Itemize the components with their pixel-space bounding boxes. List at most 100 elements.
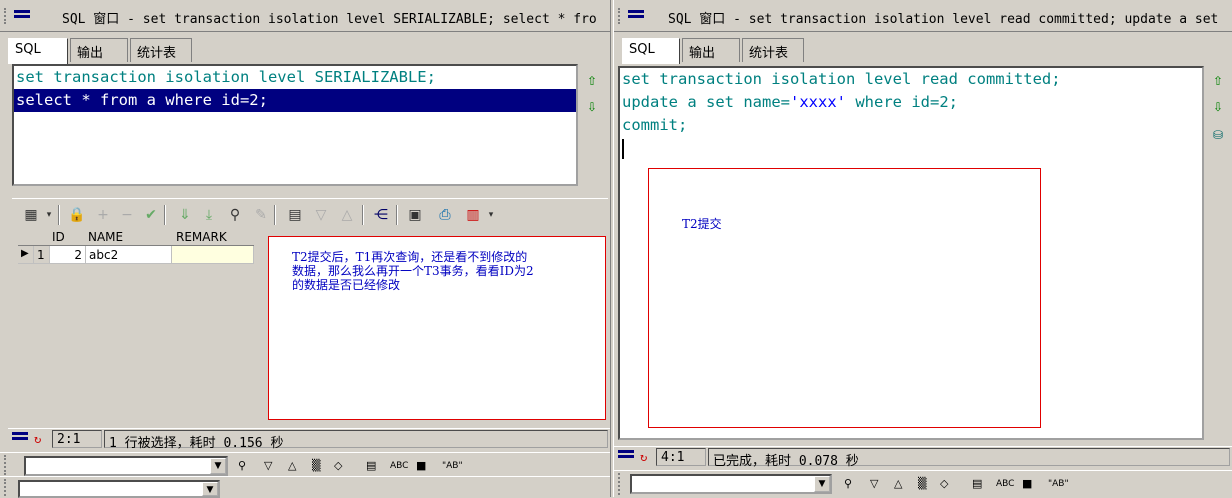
add-icon[interactable]: + — [94, 206, 112, 224]
status-message: 1 行被选择，耗时 0.156 秒 — [104, 430, 608, 451]
match-case-icon[interactable]: ABC — [996, 476, 1014, 492]
save-icon[interactable]: ▣ — [406, 206, 424, 224]
find-input[interactable]: ▼ — [18, 480, 220, 498]
tab-output[interactable]: 输出 — [70, 38, 128, 62]
tab-sql[interactable]: SQL — [8, 38, 68, 64]
clear-icon[interactable]: ✎ — [252, 206, 270, 224]
sql-line: set transaction isolation level read com… — [622, 70, 1061, 88]
grip-handle[interactable] — [4, 8, 10, 24]
remove-icon[interactable]: − — [118, 206, 136, 224]
editor-side-toolbar: ⇧ ⇩ — [580, 64, 606, 186]
last-icon[interactable]: ⤓ — [200, 206, 218, 224]
whole-word-icon[interactable]: ■ — [416, 458, 426, 474]
highlight-icon[interactable]: ▒ — [312, 458, 320, 474]
table-row[interactable]: ▶ 1 2 abc2 — [18, 246, 254, 264]
select-icon[interactable]: ▤ — [972, 476, 982, 492]
sql-window-icon — [618, 450, 634, 464]
tab-output[interactable]: 输出 — [682, 38, 740, 62]
lock-icon[interactable]: 🔒 — [68, 206, 86, 224]
filter-down-icon[interactable]: ▽ — [312, 206, 330, 224]
find-bar-secondary: ▼ — [0, 476, 610, 498]
sql-window-icon — [12, 432, 28, 446]
tab-statistics[interactable]: 统计表 — [742, 38, 804, 62]
cursor-position: 2:1 — [52, 430, 102, 448]
sql-line-selected: select * from a where id=2; — [14, 89, 576, 112]
find-prev-icon[interactable]: △ — [288, 458, 296, 474]
sql-line: set transaction isolation level SERIALIZ… — [16, 68, 436, 86]
window-title: SQL 窗口 - set transaction isolation level… — [668, 12, 1219, 27]
arrow-up-icon[interactable]: ⇧ — [1211, 74, 1225, 88]
sql-window-icon — [628, 10, 644, 22]
eraser-icon[interactable]: ◇ — [940, 476, 948, 492]
column-header-remark[interactable]: REMARK — [176, 230, 227, 244]
column-header-id[interactable]: ID — [52, 230, 65, 244]
database-icon[interactable]: ⛁ — [1211, 128, 1225, 142]
whole-word-icon[interactable]: ■ — [1022, 476, 1032, 492]
binoculars-icon[interactable]: ⚲ — [238, 458, 246, 474]
right-sql-window: SQL 窗口 - set transaction isolation level… — [614, 0, 1232, 497]
status-message: 已完成，耗时 0.078 秒 — [708, 448, 1230, 469]
grid-header: ID NAME REMARK — [18, 228, 254, 246]
arrow-down-icon[interactable]: ⇩ — [1211, 100, 1225, 114]
editor-side-toolbar: ⇧ ⇩ ⛁ — [1206, 66, 1232, 440]
find-input[interactable]: ▼ — [24, 456, 228, 476]
chevron-down-icon[interactable]: ▼ — [210, 458, 226, 474]
find-input[interactable]: ▼ — [630, 474, 832, 494]
cell-id[interactable]: 2 — [50, 246, 86, 264]
find-bar: ▼ ⚲ ▽ △ ▒ ◇ ▤ ABC ■ "AB" — [0, 452, 610, 476]
quoted-search-icon[interactable]: "AB" — [1048, 476, 1069, 492]
column-header-name[interactable]: NAME — [88, 230, 123, 244]
filter-up-icon[interactable]: △ — [338, 206, 356, 224]
binoculars-icon[interactable]: ⚲ — [844, 476, 852, 492]
sql-window-icon — [14, 10, 30, 22]
query-icon[interactable]: ▤ — [286, 206, 304, 224]
cell-name[interactable]: abc2 — [86, 246, 172, 264]
print-icon[interactable]: ⎙ — [436, 206, 454, 224]
row-indicator-icon: ▶ — [18, 246, 34, 264]
find-next-icon[interactable]: ▽ — [870, 476, 878, 492]
chevron-down-icon[interactable]: ▾ — [40, 206, 58, 224]
right-title-bar: SQL 窗口 - set transaction isolation level… — [614, 0, 1232, 32]
eraser-icon[interactable]: ◇ — [334, 458, 342, 474]
annotation-text: T2提交 — [682, 217, 722, 231]
cell-remark[interactable] — [172, 246, 254, 264]
match-case-icon[interactable]: ABC — [390, 458, 408, 474]
sql-line: commit; — [622, 116, 688, 134]
chevron-down-icon[interactable]: ▼ — [814, 476, 830, 492]
find-icon[interactable]: ⚲ — [226, 206, 244, 224]
select-icon[interactable]: ▤ — [366, 458, 376, 474]
highlight-icon[interactable]: ▒ — [918, 476, 926, 492]
window-title: SQL 窗口 - set transaction isolation level… — [62, 12, 597, 27]
find-prev-icon[interactable]: △ — [894, 476, 902, 492]
annotation-box — [648, 168, 1041, 428]
quoted-search-icon[interactable]: "AB" — [442, 458, 463, 474]
find-bar: ▼ ⚲ ▽ △ ▒ ◇ ▤ ABC ■ "AB" — [614, 470, 1232, 497]
chart-icon[interactable]: ▥ — [464, 206, 482, 224]
tab-sql[interactable]: SQL — [622, 38, 680, 64]
tab-statistics[interactable]: 统计表 — [130, 38, 192, 62]
arrow-up-icon[interactable]: ⇧ — [585, 74, 599, 88]
status-bar: ↻ 4:1 已完成，耗时 0.078 秒 — [614, 446, 1232, 469]
tree-icon[interactable]: ⋲ — [372, 206, 390, 224]
next-icon[interactable]: ⇓ — [176, 206, 194, 224]
left-title-bar: SQL 窗口 - set transaction isolation level… — [0, 0, 610, 32]
sql-line: update a set name='xxxx' where id=2; — [622, 93, 959, 111]
refresh-icon[interactable]: ↻ — [34, 432, 50, 446]
grip-handle[interactable] — [618, 8, 624, 24]
cursor-position: 4:1 — [656, 448, 706, 466]
annotation-text: T2提交后，T1再次查询，还是看不到修改的 数据，那么我么再开一个T3事务，看看… — [292, 250, 534, 292]
status-bar: ↻ 2:1 1 行被选择，耗时 0.156 秒 — [8, 428, 610, 451]
text-cursor — [620, 137, 1202, 160]
chevron-down-icon[interactable]: ▾ — [482, 206, 500, 224]
grid-toolbar: ▦ ▾ 🔒 + − ✔ ⇓ ⤓ ⚲ ✎ ▤ ▽ △ ⋲ ▣ ⎙ ▥ ▾ — [12, 198, 608, 228]
arrow-down-icon[interactable]: ⇩ — [585, 100, 599, 114]
chevron-down-icon[interactable]: ▼ — [202, 482, 218, 496]
row-number: 1 — [34, 246, 50, 264]
check-icon[interactable]: ✔ — [142, 206, 160, 224]
find-next-icon[interactable]: ▽ — [264, 458, 272, 474]
grid-icon[interactable]: ▦ — [22, 206, 40, 224]
result-grid[interactable]: ID NAME REMARK ▶ 1 2 abc2 — [18, 228, 254, 264]
sql-editor[interactable]: set transaction isolation level SERIALIZ… — [12, 64, 578, 186]
left-sql-window: SQL 窗口 - set transaction isolation level… — [0, 0, 610, 498]
refresh-icon[interactable]: ↻ — [640, 450, 656, 464]
